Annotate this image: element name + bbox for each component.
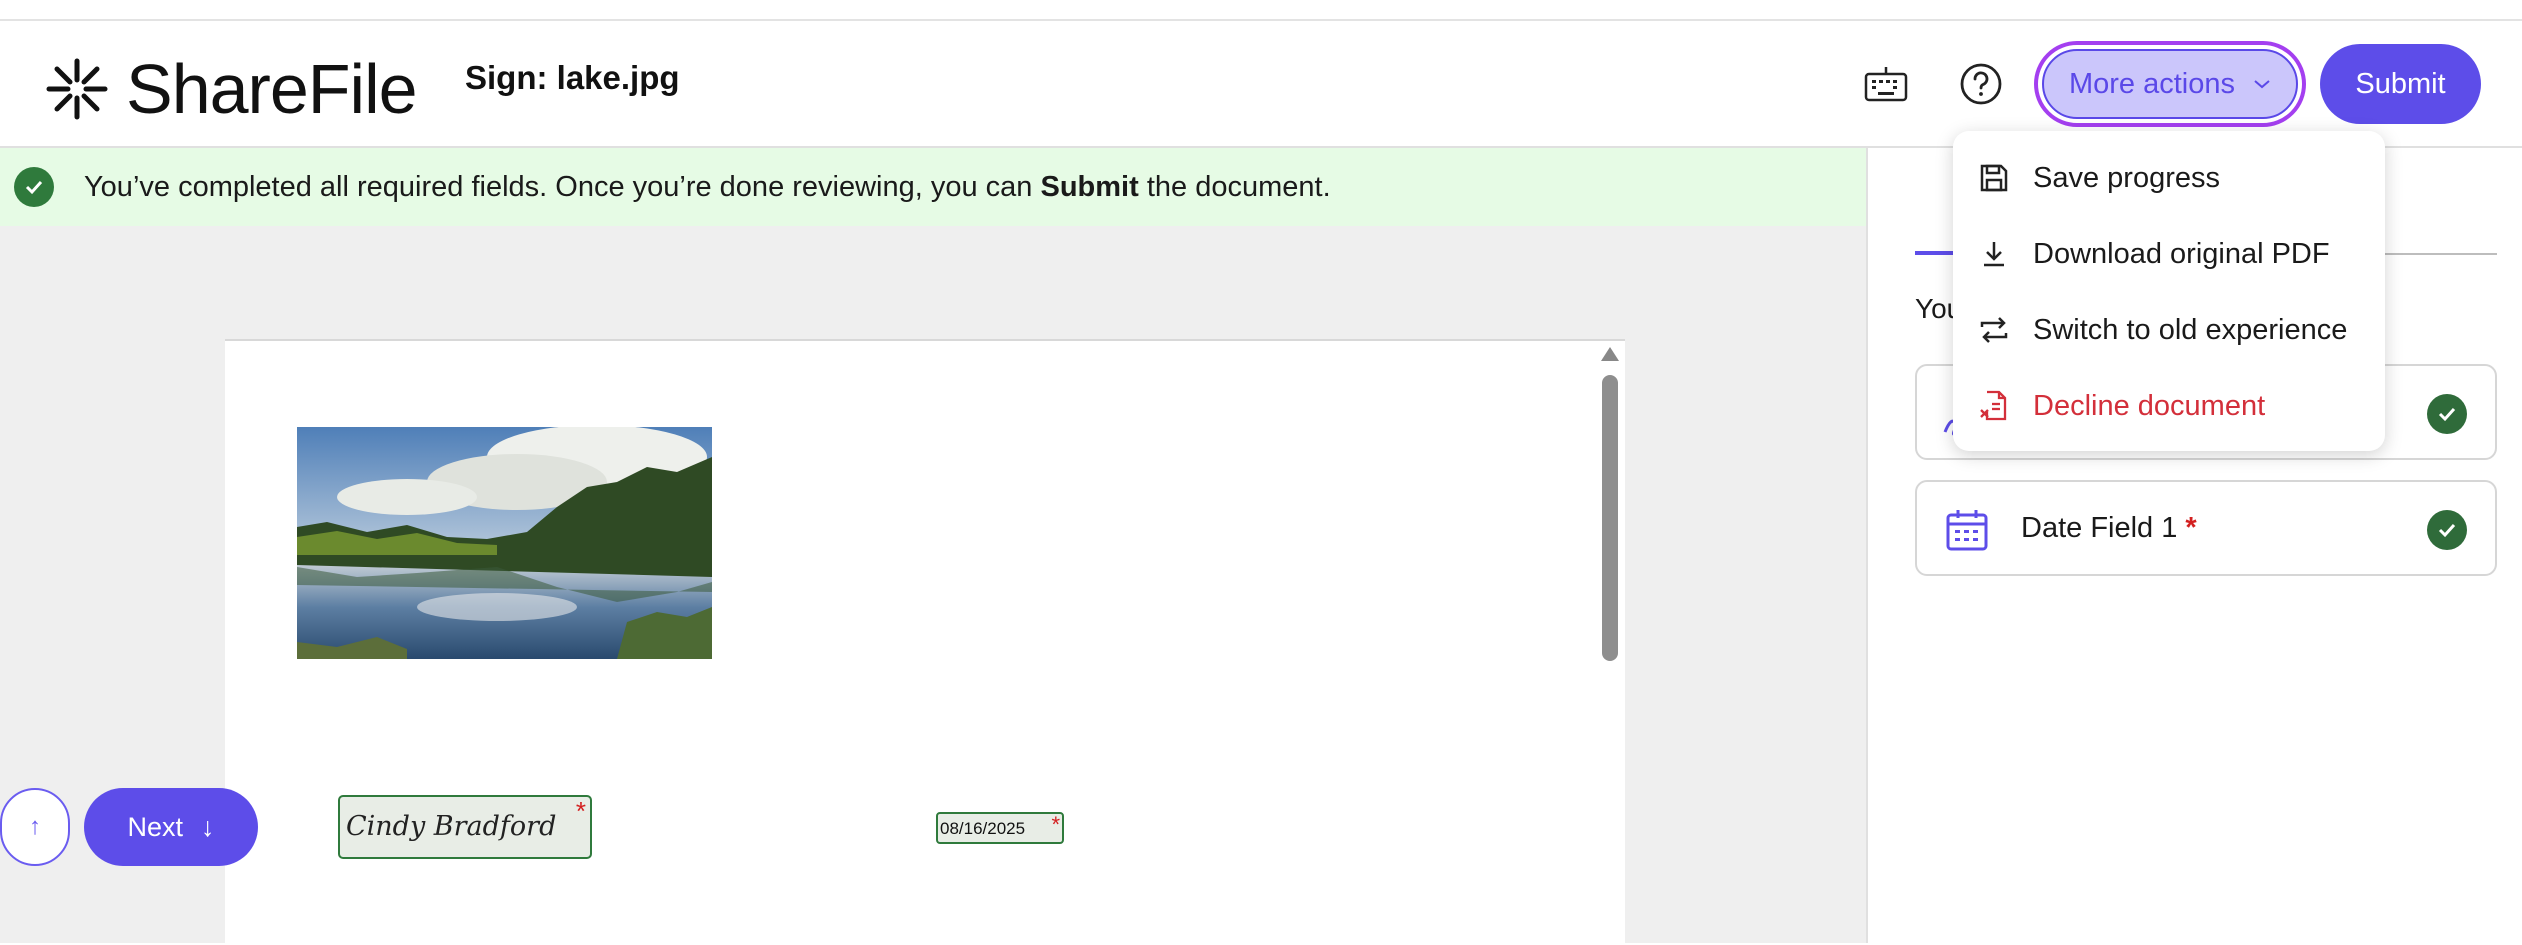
sharefile-logo-icon: [46, 58, 108, 120]
sharefile-logo[interactable]: ShareFile: [46, 49, 418, 129]
chevron-down-icon: [2254, 80, 2270, 89]
menu-item-save-progress[interactable]: Save progress: [1953, 143, 2385, 213]
submit-button[interactable]: Submit: [2320, 44, 2481, 124]
download-icon: [1977, 237, 2011, 271]
arrow-up-icon: ↑: [29, 813, 41, 840]
field-card-date[interactable]: Date Field 1 *: [1915, 480, 2497, 576]
more-actions-menu: Save progress Download original PDF Swit…: [1953, 131, 2385, 451]
menu-item-decline-document[interactable]: Decline document: [1953, 371, 2385, 441]
check-circle-icon: [2427, 510, 2467, 550]
banner-text-after: the document.: [1138, 170, 1331, 203]
panel-tab-active-indicator[interactable]: [1915, 251, 1955, 255]
document-scrollbar[interactable]: [1596, 343, 1624, 943]
menu-item-label: Save progress: [2033, 161, 2220, 194]
logo-text: ShareFile: [126, 50, 418, 128]
banner-text-bold: Submit: [1040, 170, 1139, 203]
banner-text: You’ve completed all required fields. On…: [84, 171, 1331, 204]
next-field-button[interactable]: Next ↓: [84, 788, 258, 866]
scroll-up-arrow-icon[interactable]: [1601, 347, 1619, 361]
keyboard-icon: [1864, 67, 1908, 102]
decline-document-icon: [1977, 389, 2011, 423]
more-actions-button[interactable]: More actions: [2034, 41, 2306, 127]
date-value: 08/16/2025: [940, 819, 1026, 838]
help-button[interactable]: [1956, 59, 2006, 109]
more-actions-label: More actions: [2068, 67, 2235, 100]
date-field-required-marker: *: [2185, 512, 2197, 544]
switch-icon: [1977, 313, 2011, 347]
signature-field[interactable]: Cindy Bradford *: [338, 795, 592, 859]
menu-item-label: Download original PDF: [2033, 237, 2330, 270]
menu-item-switch-experience[interactable]: Switch to old experience: [1953, 295, 2385, 365]
check-circle-icon: [2427, 394, 2467, 434]
signature-text: Cindy Bradford: [346, 811, 557, 842]
next-label: Next: [127, 811, 184, 842]
calendar-icon: [1946, 510, 1988, 551]
top-bar: [0, 0, 2522, 21]
date-field[interactable]: 08/16/2025 *: [936, 812, 1064, 844]
scroll-thumb[interactable]: [1602, 375, 1618, 661]
lake-image: [297, 427, 712, 659]
menu-item-label: Decline document: [2033, 389, 2266, 422]
save-icon: [1977, 161, 2011, 195]
previous-field-button[interactable]: ↑: [0, 788, 70, 866]
header: ShareFile Sign: lake.jpg More actions Su…: [0, 21, 2522, 148]
date-required-marker: *: [1051, 812, 1060, 837]
menu-item-download-pdf[interactable]: Download original PDF: [1953, 219, 2385, 289]
check-circle-icon: [14, 167, 54, 207]
menu-item-label: Switch to old experience: [2033, 313, 2348, 346]
date-field-label-text: Date Field 1: [2021, 512, 2178, 544]
signature-required-marker: *: [575, 796, 586, 826]
banner-text-before: You’ve completed all required fields. On…: [84, 170, 1041, 203]
help-icon: [1960, 63, 2002, 105]
keyboard-shortcuts-button[interactable]: [1861, 59, 1911, 109]
field-card-date-label: Date Field 1 *: [2021, 512, 2197, 545]
arrow-down-icon: ↓: [201, 811, 215, 842]
completion-banner: You’ve completed all required fields. On…: [0, 148, 1866, 226]
document-title: Sign: lake.jpg: [465, 59, 680, 96]
